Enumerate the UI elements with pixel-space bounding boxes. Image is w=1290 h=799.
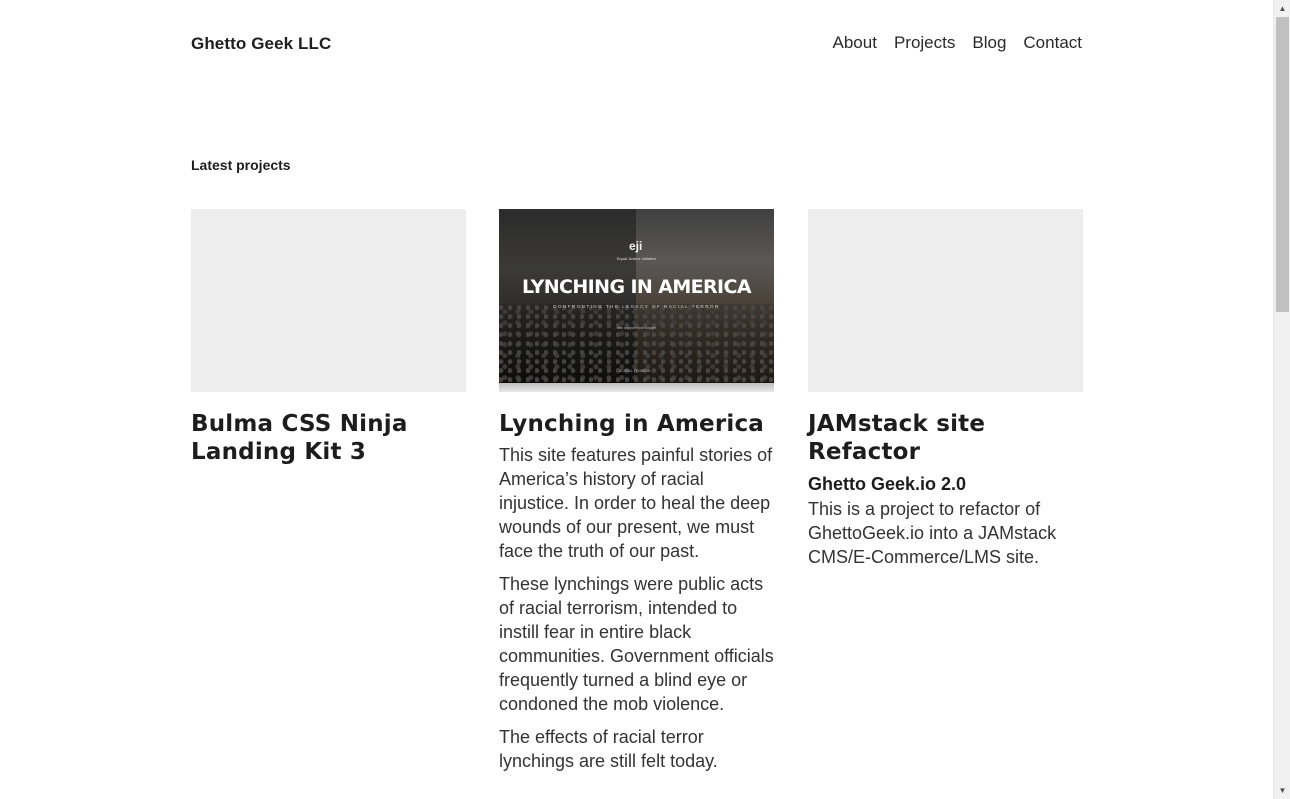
image-scroll-text: SCROLL TO BEGIN: [619, 369, 651, 373]
project-paragraph: This site features painful stories of Am…: [499, 445, 773, 561]
project-title[interactable]: Bulma CSS Ninja Landing Kit 3: [191, 410, 466, 466]
project-description: This site features painful stories of Am…: [499, 443, 774, 773]
project-paragraph: These lynchings were public acts of raci…: [499, 574, 774, 714]
main-nav: About Projects Blog Contact: [833, 33, 1082, 53]
project-card: eji Equal Justice Initiative LYNCHING IN…: [499, 209, 774, 773]
project-card: Bulma CSS Ninja Landing Kit 3: [191, 209, 466, 466]
project-card: JAMstack site Refactor Ghetto Geek.io 2.…: [808, 209, 1083, 569]
image-credit: with support from Google: [616, 326, 657, 330]
project-image-placeholder[interactable]: [191, 209, 466, 392]
project-paragraph: The effects of racial terror lynchings a…: [499, 727, 718, 771]
project-image[interactable]: eji Equal Justice Initiative LYNCHING IN…: [499, 209, 774, 392]
nav-contact-link[interactable]: Contact: [1023, 33, 1082, 53]
nav-about-link[interactable]: About: [833, 33, 877, 53]
project-image-placeholder[interactable]: [808, 209, 1083, 392]
project-title[interactable]: Lynching in America: [499, 410, 774, 438]
project-description: This is a project to refactor of GhettoG…: [808, 497, 1083, 569]
nav-projects-link[interactable]: Projects: [894, 33, 955, 53]
eji-logo: eji: [629, 239, 643, 253]
image-subheadline: CONFRONTING THE LEGACY OF RACIAL TERROR: [553, 304, 720, 309]
triangle-down-icon[interactable]: ▼: [1274, 782, 1290, 799]
page: Ghetto Geek LLC About Projects Blog Cont…: [0, 0, 1273, 799]
brand-logo-text[interactable]: Ghetto Geek LLC: [191, 34, 331, 54]
project-paragraph: This is a project to refactor of GhettoG…: [808, 499, 1057, 567]
section-title: Latest projects: [191, 157, 291, 173]
vertical-scrollbar[interactable]: ▲ ▼: [1273, 0, 1290, 799]
project-title[interactable]: JAMstack site Refactor: [808, 410, 1083, 466]
triangle-up-icon[interactable]: ▲: [1274, 0, 1290, 17]
project-subtitle: Ghetto Geek.io 2.0: [808, 474, 967, 494]
scrollbar-thumb[interactable]: [1276, 17, 1289, 312]
nav-blog-link[interactable]: Blog: [972, 33, 1006, 53]
photo-shadow: [499, 383, 774, 392]
image-org-text: Equal Justice Initiative: [616, 256, 657, 261]
image-headline: LYNCHING IN AMERICA: [522, 276, 752, 298]
